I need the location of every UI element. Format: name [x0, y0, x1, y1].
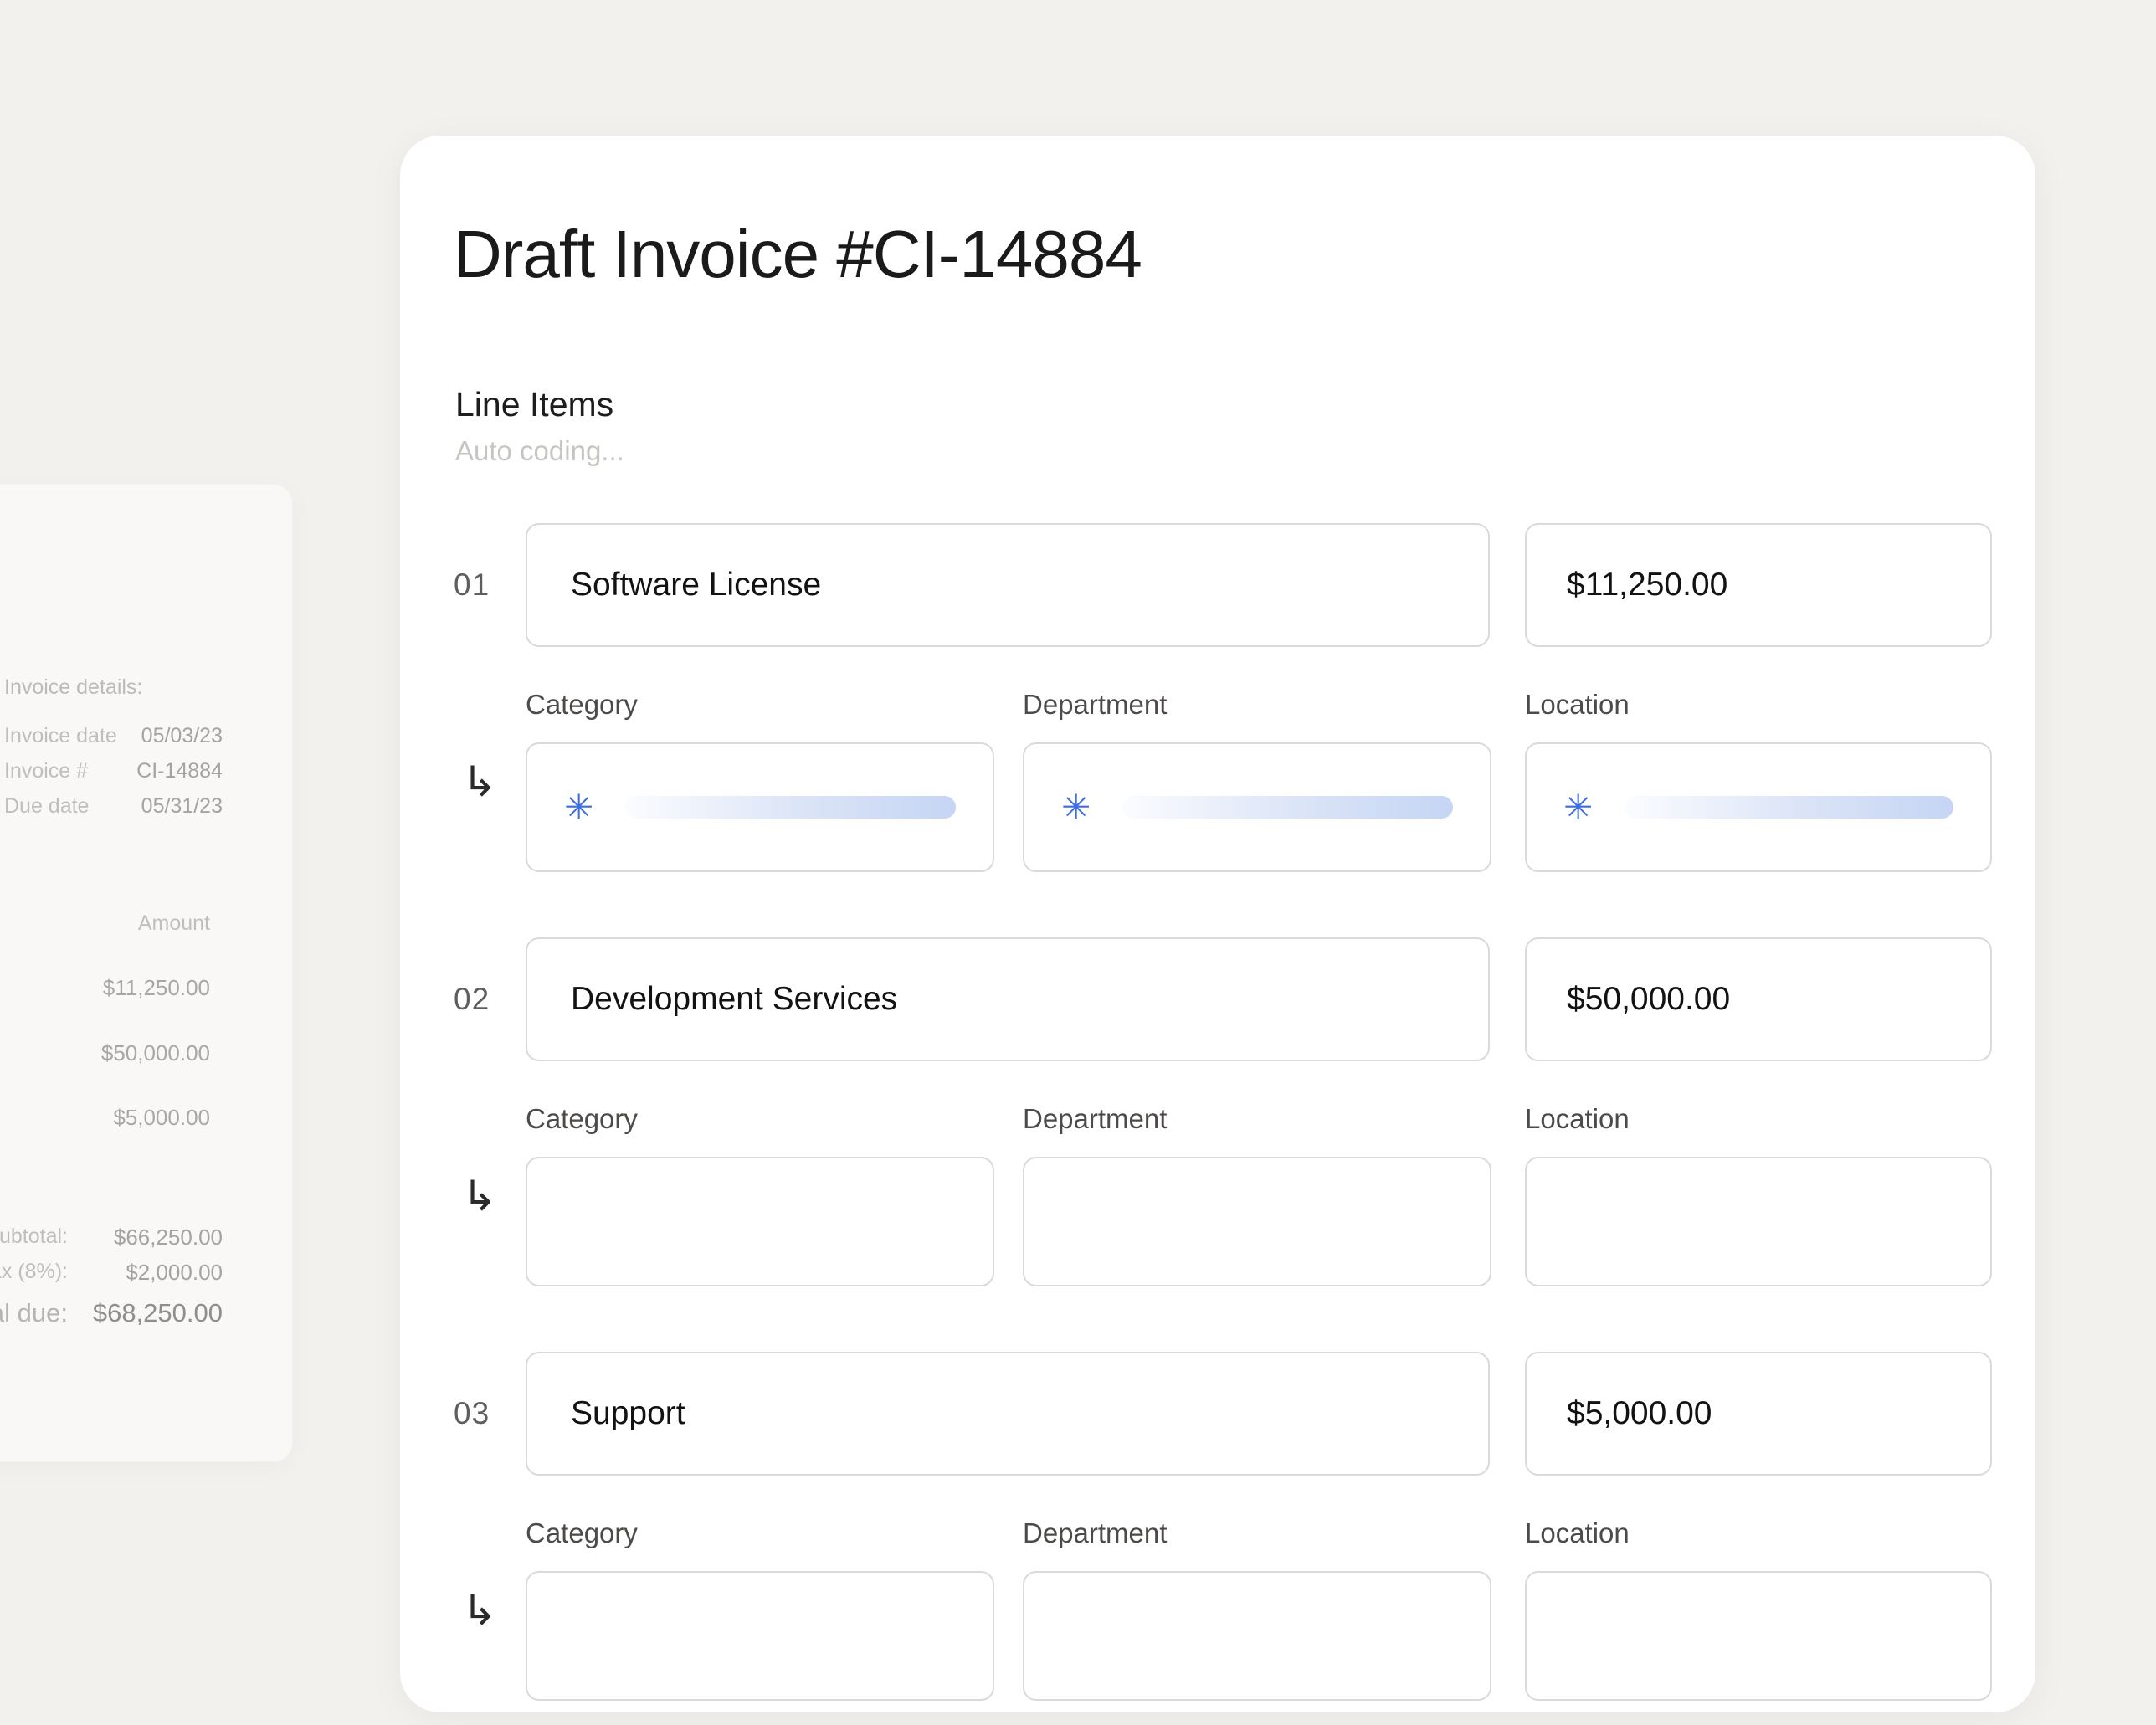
- invoice-detail-value: CI-14884: [76, 759, 223, 783]
- amount-field[interactable]: $50,000.00: [1525, 937, 1992, 1061]
- total-due-value: $68,250.00: [47, 1298, 223, 1328]
- location-field[interactable]: [1525, 1571, 1992, 1701]
- department-field[interactable]: [1023, 1157, 1491, 1286]
- amount-value: $50,000.00: [1567, 981, 1730, 1018]
- invoice-detail-row: Invoice # CI-14884: [0, 759, 292, 786]
- ghost-amount-row: $50,000.00: [0, 1040, 292, 1067]
- amount-field[interactable]: $5,000.00: [1525, 1352, 1992, 1476]
- amount-value: $11,250.00: [1567, 567, 1727, 603]
- branch-arrow-icon: ↳: [462, 1589, 497, 1631]
- line-item-number: 02: [454, 937, 490, 1061]
- ghost-amount: $5,000.00: [51, 1105, 210, 1131]
- description-value: Software License: [571, 567, 821, 603]
- department-label: Department: [1023, 1103, 1167, 1135]
- description-value: Development Services: [571, 981, 897, 1018]
- amount-column-header: Amount: [51, 911, 210, 936]
- category-label: Category: [526, 1517, 638, 1549]
- loading-shimmer-bar: [625, 796, 956, 819]
- amount-field[interactable]: $11,250.00: [1525, 523, 1992, 647]
- category-field[interactable]: ✳: [526, 742, 994, 872]
- draft-invoice-card: Draft Invoice #CI-14884 Line Items Auto …: [400, 136, 2035, 1712]
- ghost-amount: $50,000.00: [51, 1040, 210, 1066]
- ghost-amount-row: $11,250.00: [0, 975, 292, 1002]
- line-item-row: 02 Development Services $50,000.00 Categ…: [400, 937, 2035, 1297]
- line-items-heading: Line Items: [455, 385, 613, 424]
- description-field[interactable]: Software License: [526, 523, 1490, 647]
- description-field[interactable]: Development Services: [526, 937, 1490, 1061]
- location-field[interactable]: [1525, 1157, 1992, 1286]
- ghost-amount-row: $5,000.00: [0, 1105, 292, 1132]
- subtotal-value: $66,250.00: [72, 1224, 223, 1250]
- ghost-invoice-card: Invoice details: Invoice date 05/03/23 I…: [0, 484, 293, 1462]
- invoice-detail-row: Due date 05/31/23: [0, 794, 292, 821]
- category-field[interactable]: [526, 1571, 994, 1701]
- department-field[interactable]: ✳: [1023, 742, 1491, 872]
- line-item-row: 03 Support $5,000.00 Category Department…: [400, 1352, 2035, 1712]
- description-value: Support: [571, 1395, 685, 1432]
- category-field[interactable]: [526, 1157, 994, 1286]
- location-label: Location: [1525, 689, 1630, 721]
- department-label: Department: [1023, 689, 1167, 721]
- location-label: Location: [1525, 1517, 1630, 1549]
- subtotal-row: Subtotal: $66,250.00: [0, 1224, 292, 1251]
- invoice-detail-value: 05/03/23: [76, 724, 223, 748]
- category-label: Category: [526, 1103, 638, 1135]
- line-item-number: 03: [454, 1352, 490, 1476]
- line-item-row: 01 Software License $11,250.00 Category …: [400, 523, 2035, 883]
- loading-shimmer-bar: [1625, 796, 1953, 819]
- department-label: Department: [1023, 1517, 1167, 1549]
- sales-tax-label: Sales tax (8%):: [0, 1260, 68, 1284]
- invoice-detail-value: 05/31/23: [76, 794, 223, 819]
- line-item-number: 01: [454, 523, 490, 647]
- subtotal-label: Subtotal:: [0, 1224, 68, 1249]
- sparkle-icon: ✳: [564, 790, 593, 825]
- auto-coding-status: Auto coding...: [455, 435, 624, 467]
- department-field[interactable]: [1023, 1571, 1491, 1701]
- sales-tax-row: Sales tax (8%): $2,000.00: [0, 1260, 292, 1286]
- location-field[interactable]: ✳: [1525, 742, 1992, 872]
- invoice-detail-row: Invoice date 05/03/23: [0, 724, 292, 751]
- sales-tax-value: $2,000.00: [72, 1260, 223, 1286]
- loading-shimmer-bar: [1122, 796, 1453, 819]
- category-label: Category: [526, 689, 638, 721]
- branch-arrow-icon: ↳: [462, 1175, 497, 1217]
- invoice-details-heading: Invoice details:: [4, 675, 142, 700]
- description-field[interactable]: Support: [526, 1352, 1490, 1476]
- branch-arrow-icon: ↳: [462, 761, 497, 803]
- location-label: Location: [1525, 1103, 1630, 1135]
- total-due-row: Total due: $68,250.00: [0, 1298, 292, 1325]
- sparkle-icon: ✳: [1563, 790, 1593, 825]
- sparkle-icon: ✳: [1061, 790, 1091, 825]
- amount-value: $5,000.00: [1567, 1395, 1712, 1432]
- page-title: Draft Invoice #CI-14884: [454, 216, 1142, 293]
- ghost-amount: $11,250.00: [51, 975, 210, 1001]
